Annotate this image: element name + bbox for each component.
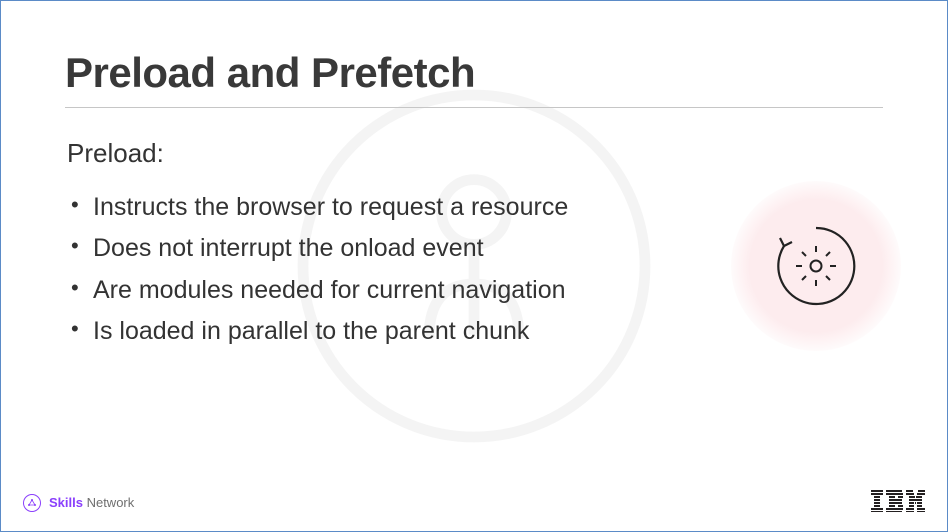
skills-network-brand: Skills Network <box>23 494 134 512</box>
refresh-cycle-icon <box>766 216 866 316</box>
skills-network-label: Skills Network <box>49 495 134 510</box>
skills-network-icon <box>23 494 41 512</box>
slide-title: Preload and Prefetch <box>65 49 883 108</box>
illustration-circle <box>731 181 901 351</box>
lead-text: Preload: <box>67 138 883 169</box>
footer: Skills Network <box>1 490 947 515</box>
ibm-logo <box>871 490 925 515</box>
